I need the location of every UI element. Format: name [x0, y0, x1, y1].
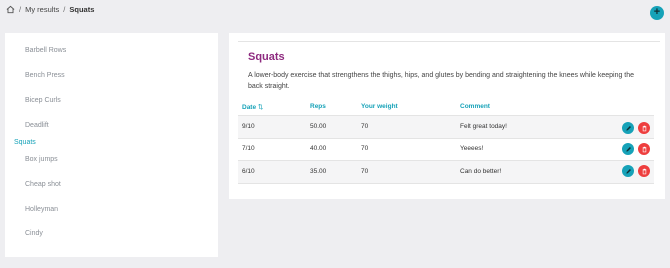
table-row: 7/10 40.00 70 Yeeees! [238, 138, 654, 161]
column-header-date[interactable]: Date ⇅ [242, 103, 263, 111]
column-header-reps: Reps [310, 103, 326, 110]
table-row: 6/10 35.00 70 Can do better! [238, 161, 654, 184]
add-result-button[interactable]: + [650, 6, 664, 20]
pencil-icon [625, 146, 631, 152]
pencil-icon [625, 168, 631, 174]
exercise-description: A lower-body exercise that strengthens t… [248, 72, 635, 90]
edit-button[interactable] [622, 165, 634, 177]
sidebar-item-bicep-curls[interactable]: Bicep Curls [25, 97, 61, 104]
breadcrumb-current: Squats [69, 5, 95, 14]
sort-icon[interactable]: ⇅ [258, 104, 263, 111]
row-comment: Felt great today! [460, 123, 507, 130]
row-date: 6/10 [242, 168, 255, 175]
delete-button[interactable] [638, 122, 650, 134]
sidebar-item-holleyman[interactable]: Holleyman [25, 206, 58, 213]
sidebar-item-squats[interactable]: Squats [14, 139, 36, 146]
edit-button[interactable] [622, 122, 634, 134]
trash-icon [642, 146, 646, 152]
column-header-weight: Your weight [361, 103, 398, 110]
row-reps: 35.00 [310, 168, 327, 175]
row-reps: 40.00 [310, 145, 327, 152]
column-header-comment: Comment [460, 103, 490, 110]
sidebar-item-box-jumps[interactable]: Box jumps [25, 156, 58, 163]
breadcrumb: / My results / Squats [6, 5, 94, 14]
exercise-title: Squats [248, 51, 285, 63]
breadcrumb-separator: / [63, 5, 66, 14]
sidebar-item-cindy[interactable]: Cindy [25, 230, 43, 237]
home-icon[interactable] [6, 5, 15, 14]
exercise-sidebar: Barbell Rows Bench Press Bicep Curls Dea… [5, 33, 218, 257]
breadcrumb-my-results[interactable]: My results [25, 5, 59, 14]
delete-button[interactable] [638, 165, 650, 177]
row-weight: 70 [361, 145, 369, 152]
row-weight: 70 [361, 123, 369, 130]
row-comment: Can do better! [460, 168, 502, 175]
trash-icon [642, 168, 646, 174]
plus-icon: + [653, 6, 661, 18]
trash-icon [642, 125, 646, 131]
delete-button[interactable] [638, 143, 650, 155]
row-date: 9/10 [242, 123, 255, 130]
table-row: 9/10 50.00 70 Felt great today! [238, 115, 654, 139]
sidebar-item-barbell-rows[interactable]: Barbell Rows [25, 47, 66, 54]
pencil-icon [625, 125, 631, 131]
breadcrumb-separator: / [19, 5, 22, 14]
edit-button[interactable] [622, 143, 634, 155]
row-date: 7/10 [242, 145, 255, 152]
row-reps: 50.00 [310, 123, 327, 130]
top-bar: / My results / Squats + [0, 0, 670, 24]
sidebar-item-bench-press[interactable]: Bench Press [25, 72, 65, 79]
row-comment: Yeeees! [460, 145, 484, 152]
sidebar-item-deadlift[interactable]: Deadlift [25, 122, 49, 129]
date-header-label: Date [242, 104, 257, 111]
sidebar-item-cheap-shot[interactable]: Cheap shot [25, 181, 61, 188]
row-weight: 70 [361, 168, 369, 175]
